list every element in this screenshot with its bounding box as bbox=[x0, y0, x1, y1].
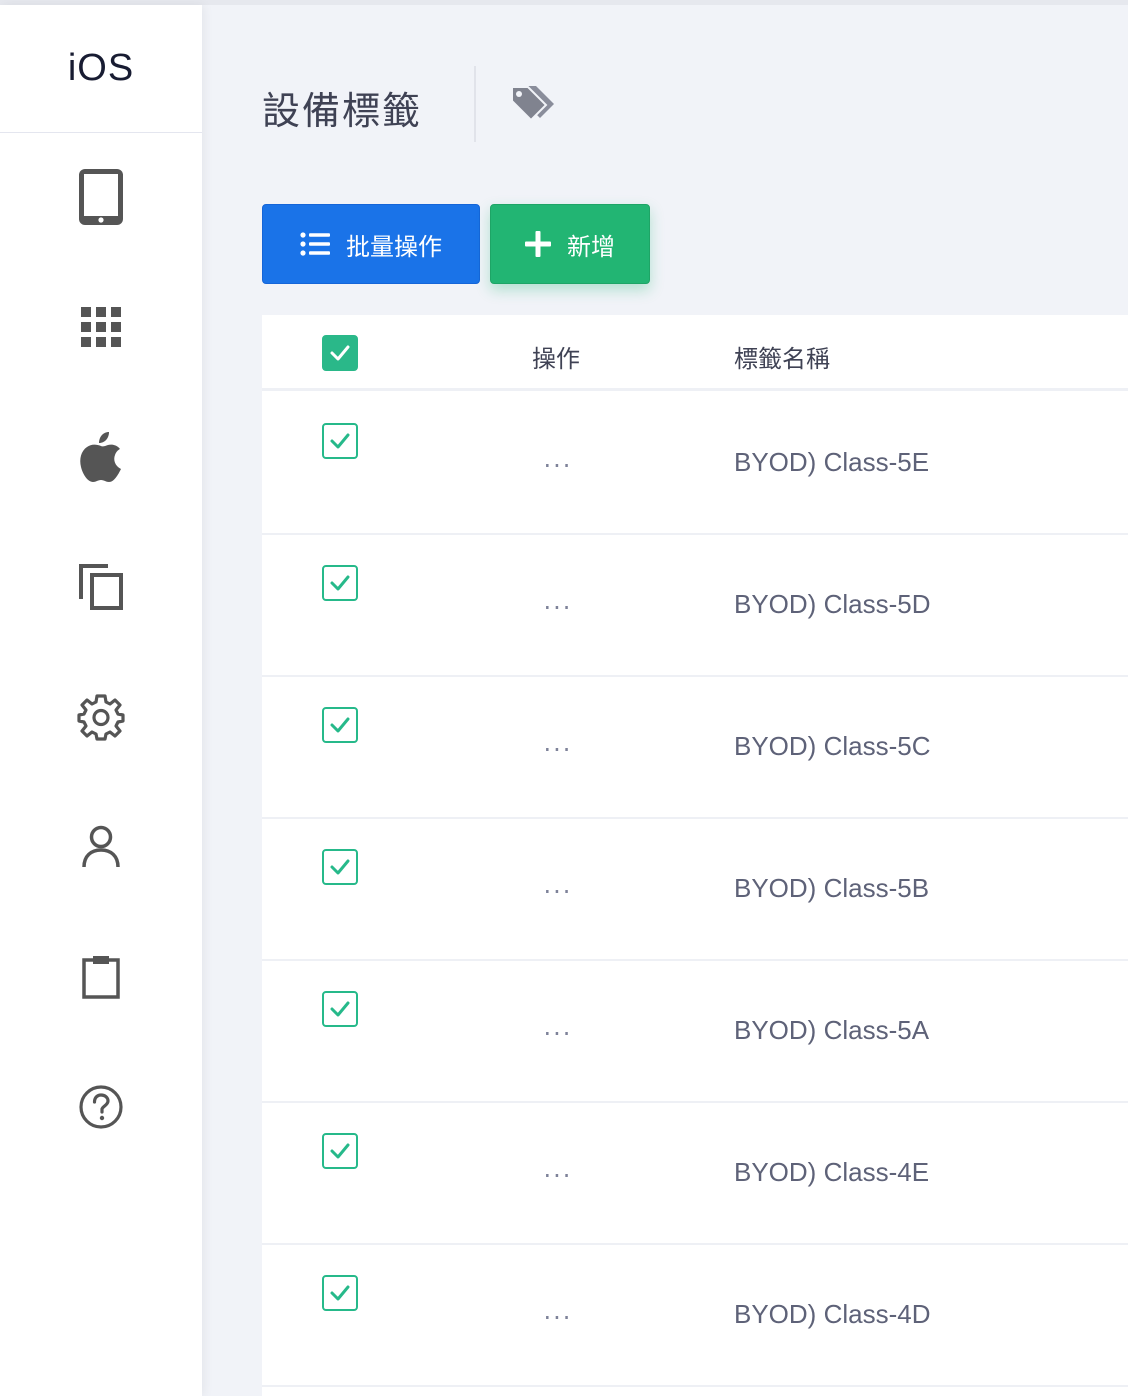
copy-icon bbox=[79, 564, 123, 610]
table-header: 操作 標籤名稱 bbox=[262, 315, 1128, 391]
tag-table: 操作 標籤名稱 ... BYOD) Class-5E ... BYOD) Cla… bbox=[262, 315, 1128, 1396]
table-row: ... BYOD) Class-5E bbox=[262, 393, 1128, 535]
sidebar-item-clipboard[interactable] bbox=[0, 932, 202, 1022]
sidebar-item-devices[interactable] bbox=[0, 152, 202, 242]
table-row: ... BYOD) Class-4D bbox=[262, 1245, 1128, 1387]
add-label: 新增 bbox=[567, 232, 615, 261]
clipboard-icon bbox=[82, 956, 120, 999]
table-row: ... BYOD) Class-5C bbox=[262, 677, 1128, 819]
column-header-tag-name: 標籤名稱 bbox=[734, 345, 830, 373]
check-icon bbox=[330, 1001, 350, 1017]
tags-icon bbox=[511, 86, 554, 122]
row-checkbox[interactable] bbox=[322, 1275, 358, 1311]
column-header-action: 操作 bbox=[532, 345, 580, 373]
row-tag-name: BYOD) Class-5C bbox=[734, 731, 931, 761]
row-tag-name: BYOD) Class-4E bbox=[734, 1157, 930, 1187]
table-row: ... BYOD) Class-5A bbox=[262, 961, 1128, 1103]
select-all-checkbox[interactable] bbox=[322, 335, 358, 371]
check-icon bbox=[330, 433, 350, 449]
row-tag-name: BYOD) Class-5D bbox=[734, 589, 931, 619]
sidebar-item-users[interactable] bbox=[0, 802, 202, 892]
check-icon bbox=[330, 717, 350, 733]
check-icon bbox=[330, 345, 350, 361]
batch-operation-button[interactable]: 批量操作 bbox=[262, 204, 480, 284]
row-tag-name: BYOD) Class-5E bbox=[734, 447, 930, 477]
gear-icon bbox=[77, 694, 125, 741]
sidebar-item-copy[interactable] bbox=[0, 542, 202, 632]
row-tag-name: BYOD) Class-4D bbox=[734, 1299, 931, 1329]
tablet-icon bbox=[79, 169, 123, 225]
sidebar-item-apps[interactable] bbox=[0, 282, 202, 372]
sidebar-item-apple[interactable] bbox=[0, 412, 202, 502]
sidebar-item-settings[interactable] bbox=[0, 672, 202, 762]
brand: iOS bbox=[0, 5, 202, 133]
check-icon bbox=[330, 1285, 350, 1301]
row-tag-name: BYOD) Class-5A bbox=[734, 1015, 930, 1045]
row-action-menu[interactable]: ... bbox=[534, 1297, 582, 1327]
user-icon bbox=[82, 825, 120, 868]
sidebar: iOS bbox=[0, 5, 202, 1396]
list-icon bbox=[300, 232, 330, 256]
row-checkbox[interactable] bbox=[322, 849, 358, 885]
row-checkbox[interactable] bbox=[322, 991, 358, 1027]
table-row: ... BYOD) Class-4E bbox=[262, 1103, 1128, 1245]
brand-label: iOS bbox=[67, 47, 135, 89]
table-row: ... BYOD) Class-5B bbox=[262, 819, 1128, 961]
row-action-menu[interactable]: ... bbox=[534, 871, 582, 901]
apple-icon bbox=[80, 432, 121, 482]
row-action-menu[interactable]: ... bbox=[534, 1155, 582, 1185]
help-icon bbox=[79, 1085, 123, 1129]
table-row: ... BYOD) Class-5D bbox=[262, 535, 1128, 677]
row-action-menu[interactable]: ... bbox=[534, 587, 582, 617]
check-icon bbox=[330, 1143, 350, 1159]
add-button[interactable]: 新增 bbox=[490, 204, 650, 284]
row-checkbox[interactable] bbox=[322, 707, 358, 743]
row-checkbox[interactable] bbox=[322, 423, 358, 459]
row-action-menu[interactable]: ... bbox=[534, 729, 582, 759]
check-icon bbox=[330, 575, 350, 591]
title-divider bbox=[474, 66, 476, 142]
batch-operation-label: 批量操作 bbox=[346, 232, 442, 261]
row-checkbox[interactable] bbox=[322, 1133, 358, 1169]
apps-grid-icon bbox=[81, 307, 121, 347]
sidebar-item-help[interactable] bbox=[0, 1062, 202, 1152]
row-tag-name: BYOD) Class-5B bbox=[734, 873, 930, 903]
row-action-menu[interactable]: ... bbox=[534, 1013, 582, 1043]
row-action-menu[interactable]: ... bbox=[534, 445, 582, 475]
check-icon bbox=[330, 859, 350, 875]
plus-icon bbox=[525, 231, 551, 257]
row-checkbox[interactable] bbox=[322, 565, 358, 601]
page-title: 設備標籤 bbox=[262, 89, 423, 133]
